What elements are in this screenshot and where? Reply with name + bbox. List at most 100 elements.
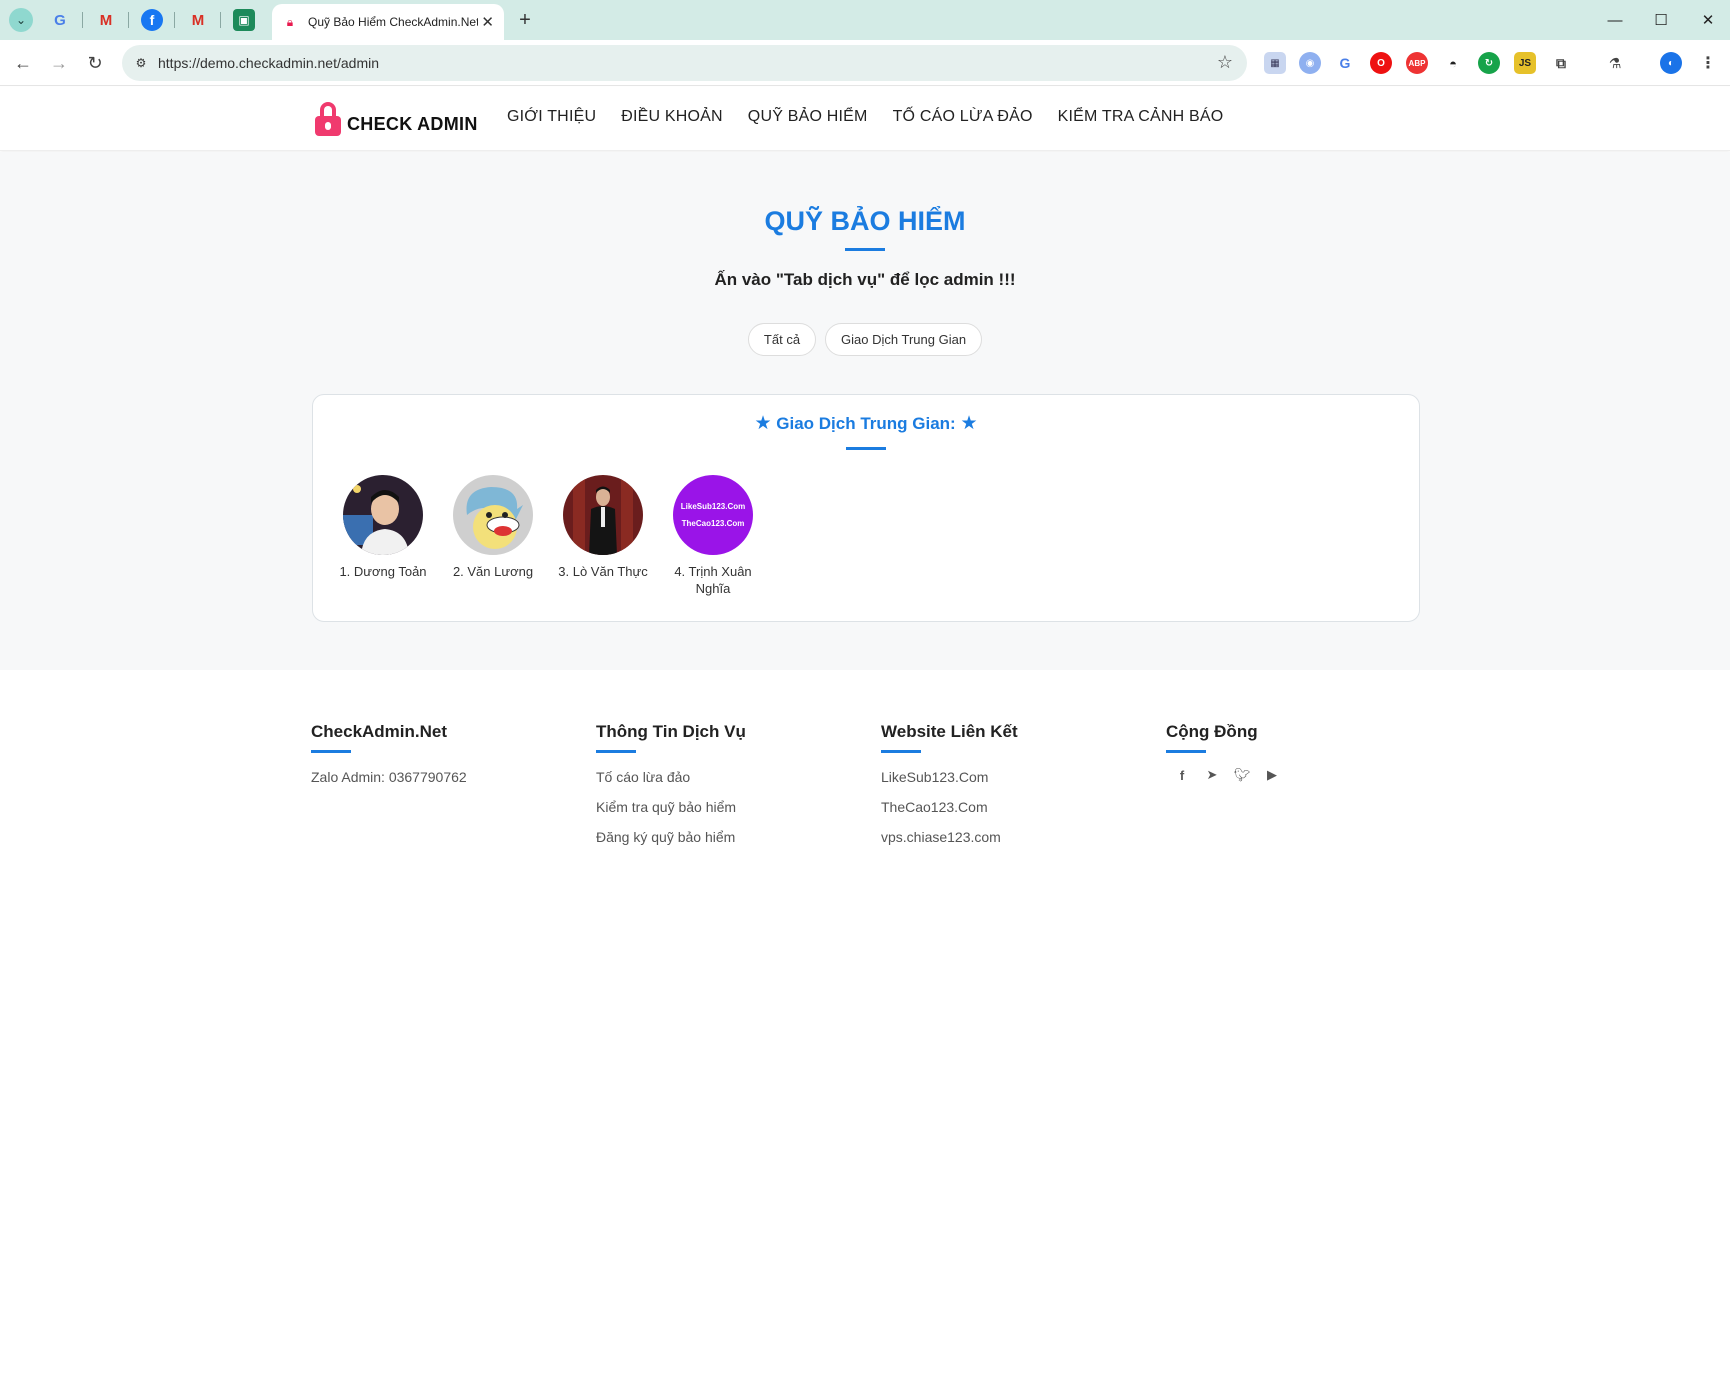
twitter-icon[interactable]: 🐦︎	[1234, 767, 1251, 783]
back-icon[interactable]: ←	[11, 51, 35, 75]
avatar-text: TheCao123.Com	[681, 519, 745, 528]
extension-search-icon[interactable]: ◉	[1299, 52, 1321, 74]
tab-title: Quỹ Bảo Hiểm CheckAdmin.Net	[308, 15, 478, 29]
avatar[interactable]	[343, 475, 423, 555]
forward-icon[interactable]: →	[47, 51, 71, 75]
admin-group-card: ★ Giao Dịch Trung Gian: ★ 1. Dương Toản	[312, 394, 1420, 622]
extension-refresh-icon[interactable]: ↻	[1478, 52, 1500, 74]
pinned-tab-gmail[interactable]: M	[95, 9, 117, 31]
nav-item-quy-bao-hiem[interactable]: QUỸ BẢO HIỂM	[748, 108, 868, 126]
page-title: QUỸ BẢO HIỂM	[764, 206, 966, 236]
extension-flag-icon[interactable]: ▦	[1264, 52, 1286, 74]
star-icon: ★	[754, 413, 772, 434]
logo-text: CHECK ADMIN	[347, 114, 478, 134]
footer-link[interactable]: vps.chiase123.com	[881, 829, 1018, 845]
extension-js-icon[interactable]: JS	[1514, 52, 1536, 74]
tab-separator	[220, 12, 221, 28]
footer-col-websites: Website Liên Kết LikeSub123.Com TheCao12…	[881, 722, 1018, 845]
close-tab-icon[interactable]: ✕	[481, 13, 494, 31]
filter-trung-gian-button[interactable]: Giao Dịch Trung Gian	[825, 323, 983, 356]
minimize-icon[interactable]: —	[1603, 8, 1627, 32]
extension-incognito-icon[interactable]: ◓	[1442, 52, 1464, 74]
pinned-tab-translate[interactable]: G	[49, 9, 71, 31]
pinned-tab-gmail-2[interactable]: M	[187, 9, 209, 31]
youtube-icon[interactable]: ▶	[1264, 767, 1280, 783]
title-underline	[845, 248, 885, 251]
section-title-text: Giao Dịch Trung Gian:	[776, 414, 956, 433]
admin-name[interactable]: 3. Lò Văn Thực	[553, 563, 653, 580]
admin-item[interactable]: 1. Dương Toản	[328, 475, 438, 597]
social-links: f ➤ 🐦︎ ▶	[1174, 767, 1280, 783]
nav-item-dieu-khoan[interactable]: ĐIỀU KHOẢN	[621, 108, 723, 126]
footer-link[interactable]: Kiểm tra quỹ bảo hiểm	[596, 799, 746, 815]
pinned-tab-app[interactable]: ▣	[233, 9, 255, 31]
extension-translate-icon[interactable]: G	[1334, 52, 1356, 74]
footer-col-about: CheckAdmin.Net Zalo Admin: 0367790762	[311, 722, 467, 785]
nav-item-kiem-tra-canh-bao[interactable]: KIỂM TRA CẢNH BÁO	[1058, 108, 1224, 126]
footer-heading: Cộng Đồng	[1166, 722, 1258, 741]
footer-link[interactable]: Tố cáo lừa đảo	[596, 769, 746, 785]
extensions-puzzle-icon[interactable]: ⧉	[1550, 52, 1572, 74]
section-title: ★ Giao Dịch Trung Gian: ★	[313, 412, 1419, 435]
tab-search-icon[interactable]: ⌄	[9, 8, 33, 32]
extension-opera-icon[interactable]: O	[1370, 52, 1392, 74]
close-window-icon[interactable]: ✕	[1696, 8, 1720, 32]
active-tab[interactable]: 🔒︎ Quỹ Bảo Hiểm CheckAdmin.Net ✕	[272, 4, 504, 40]
filter-all-button[interactable]: Tất cả	[747, 323, 817, 356]
main-nav: GIỚI THIỆU ĐIỀU KHOẢN QUỸ BẢO HIỂM TỐ CÁ…	[507, 108, 1248, 126]
facebook-icon[interactable]: f	[1174, 767, 1190, 783]
footer-heading: Website Liên Kết	[881, 722, 1018, 741]
telegram-icon[interactable]: ➤	[1204, 767, 1220, 783]
section-underline	[846, 447, 886, 450]
main-content: QUỸ BẢO HIỂM Ấn vào "Tab dịch vụ" để lọc…	[0, 152, 1730, 670]
admin-item[interactable]: 3. Lò Văn Thực	[548, 475, 658, 597]
lock-logo-icon	[314, 102, 342, 136]
browser-tab-strip: ⌄ G M f M ▣ 🔒︎ Quỹ Bảo Hiểm CheckAdmin.N…	[0, 0, 1730, 40]
avatar[interactable]	[563, 475, 643, 555]
new-tab-button[interactable]: +	[513, 8, 537, 32]
footer-underline	[596, 750, 636, 753]
nav-item-to-cao-lua-dao[interactable]: TỐ CÁO LỪA ĐẢO	[893, 108, 1033, 126]
site-footer: CheckAdmin.Net Zalo Admin: 0367790762 Th…	[0, 670, 1730, 1399]
address-bar[interactable]: ⚙ https://demo.checkadmin.net/admin ☆	[122, 45, 1247, 81]
admin-name[interactable]: 1. Dương Toản	[333, 563, 433, 580]
nav-item-gioi-thieu[interactable]: GIỚI THIỆU	[507, 108, 596, 126]
footer-col-community: Cộng Đồng f ➤ 🐦︎ ▶	[1166, 722, 1280, 783]
browser-toolbar: ← → ↻ ⚙ https://demo.checkadmin.net/admi…	[0, 40, 1730, 86]
facebook-icon: f	[149, 12, 155, 28]
pinned-tab-facebook[interactable]: f	[141, 9, 163, 31]
site-logo[interactable]: CHECK ADMIN	[314, 102, 478, 136]
tab-separator	[128, 12, 129, 28]
avatar[interactable]	[453, 475, 533, 555]
footer-underline	[1166, 750, 1206, 753]
avatar-text: LikeSub123.Com	[680, 502, 746, 511]
translate-icon: G	[54, 11, 66, 29]
footer-zalo-text: Zalo Admin: 0367790762	[311, 769, 467, 785]
reload-icon[interactable]: ↻	[83, 51, 107, 75]
url-text[interactable]: https://demo.checkadmin.net/admin	[158, 55, 379, 71]
admin-name[interactable]: 2. Văn Lương	[443, 563, 543, 580]
footer-underline	[881, 750, 921, 753]
footer-heading: Thông Tin Dịch Vụ	[596, 722, 746, 741]
page-subtitle: Ấn vào "Tab dịch vụ" để lọc admin !!!	[714, 270, 1016, 289]
admin-item[interactable]: 2. Văn Lương	[438, 475, 548, 597]
filter-tabs: Tất cả Giao Dịch Trung Gian	[0, 323, 1730, 356]
profile-avatar-icon[interactable]: ◐	[1660, 52, 1682, 74]
labs-flask-icon[interactable]: ⚗	[1604, 52, 1626, 74]
tab-separator	[174, 12, 175, 28]
browser-menu-icon[interactable]: ⋮	[1697, 52, 1719, 74]
footer-link[interactable]: Đăng ký quỹ bảo hiểm	[596, 829, 746, 845]
admin-item[interactable]: LikeSub123.Com TheCao123.Com 4. Trịnh Xu…	[658, 475, 768, 597]
bookmark-star-icon[interactable]: ☆	[1217, 52, 1233, 73]
maximize-icon[interactable]: ☐	[1649, 8, 1673, 32]
gmail-icon: M	[99, 11, 113, 29]
footer-link[interactable]: LikeSub123.Com	[881, 769, 1018, 785]
site-info-icon[interactable]: ⚙	[132, 54, 150, 72]
avatar[interactable]: LikeSub123.Com TheCao123.Com	[673, 475, 753, 555]
footer-link[interactable]: TheCao123.Com	[881, 799, 1018, 815]
footer-col-services: Thông Tin Dịch Vụ Tố cáo lừa đảo Kiểm tr…	[596, 722, 746, 845]
extension-abp-icon[interactable]: ABP	[1406, 52, 1428, 74]
tab-separator	[82, 12, 83, 28]
star-icon: ★	[960, 413, 978, 434]
admin-name[interactable]: 4. Trịnh Xuân Nghĩa	[663, 563, 763, 597]
